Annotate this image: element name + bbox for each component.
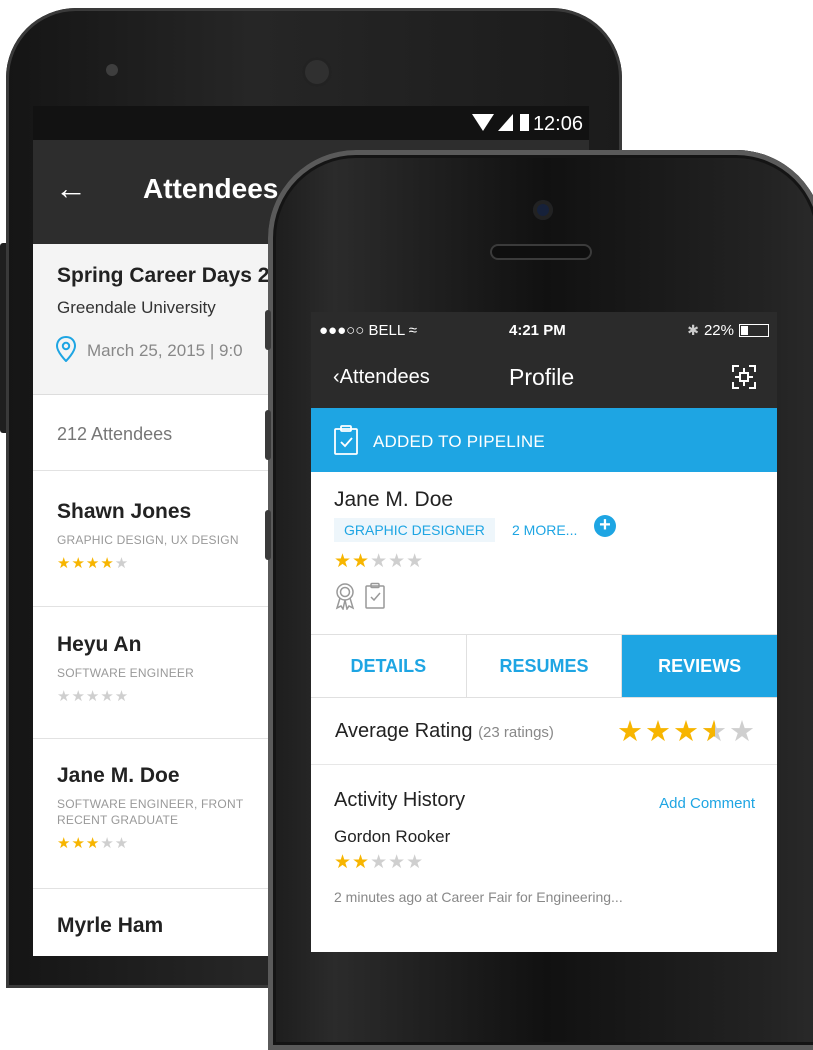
volume-button [265,310,271,350]
back-arrow-icon[interactable]: ← [55,172,87,204]
ios-nav-bar: ‹Attendees Profile [311,348,777,408]
reviewer-name: Gordon Rooker [334,827,451,846]
rating-stars: ★★★★★ [57,688,130,705]
rating-stars: ★★★★★ [57,835,130,852]
side-button [0,243,6,433]
attendee-name: Heyu An [57,633,142,656]
clipboard-check-icon [365,582,385,609]
tab-reviews[interactable]: REVIEWS [622,635,777,697]
page-title: Profile [509,364,575,390]
tab-details[interactable]: DETAILS [311,635,467,697]
wifi-icon: ≈ [408,322,418,339]
volume-button [265,510,271,560]
back-label: Attendees [339,366,430,388]
award-ribbon-icon [335,583,355,610]
page-title: Attendees [143,173,279,204]
profile-summary: Jane M. Doe GRAPHIC DESIGNER 2 MORE... +… [311,472,777,635]
ios-status-bar: ●●●○○ BELL ≈ 4:21 PM ✱ 22% [311,312,777,348]
volume-button [265,410,271,460]
back-button[interactable]: ‹Attendees [333,366,430,389]
battery-icon [520,114,529,131]
status-time: 4:21 PM [509,322,566,339]
bluetooth-icon: ✱ [687,322,699,338]
attendee-item[interactable]: Myrle Ham [57,914,163,938]
status-time: 12:06 [532,113,583,135]
android-status-bar: 12:06 [33,106,589,140]
add-comment-link[interactable]: Add Comment [659,795,755,812]
event-university: Greendale University [57,298,216,317]
attendee-item[interactable]: Jane M. Doe SOFTWARE ENGINEER, FRONT REC… [57,764,243,852]
profile-tabs: DETAILS RESUMES REVIEWS [311,635,777,698]
event-title: Spring Career Days 2 [57,264,270,287]
scan-icon[interactable] [731,364,757,390]
clipboard-check-icon [334,425,358,455]
attendee-role: SOFTWARE ENGINEER, FRONT [57,797,244,811]
iphone: ●●●○○ BELL ≈ 4:21 PM ✱ 22% ‹Attendees Pr… [265,150,813,1050]
sensor-dot [106,64,118,76]
event-date: March 25, 2015 | 9:0 [87,341,243,360]
add-tag-icon[interactable]: + [594,515,616,537]
banner-text: ADDED TO PIPELINE [373,432,545,451]
attendee-role: GRAPHIC DESIGN, UX DESIGN [57,533,239,547]
front-camera [533,200,553,220]
average-rating-stars: ★★★★ ★ [617,714,757,749]
front-camera [302,57,332,87]
attendee-count: 212 Attendees [57,424,173,444]
battery-icon [739,324,769,337]
battery-percent: 22% [703,322,734,339]
iphone-screen: ●●●○○ BELL ≈ 4:21 PM ✱ 22% ‹Attendees Pr… [311,312,777,952]
chevron-left-icon: ‹ [333,366,340,388]
attendee-role-secondary: RECENT GRADUATE [57,813,179,827]
more-tags-link[interactable]: 2 MORE... [512,522,577,538]
ratings-count: (23 ratings) [478,724,554,741]
role-tag: GRAPHIC DESIGNER [334,518,495,542]
earpiece [490,244,592,260]
activity-heading: Activity History [334,789,466,811]
rating-stars: ★★★★★ [57,555,130,572]
profile-rating-stars[interactable]: ★★★★★ [334,550,424,573]
carrier-label: ●●●○○ BELL ≈ [319,322,418,339]
attendee-role: SOFTWARE ENGINEER [57,666,194,680]
tab-resumes[interactable]: RESUMES [467,635,623,697]
wifi-icon [472,114,494,131]
attendee-item[interactable]: Shawn Jones GRAPHIC DESIGN, UX DESIGN ★★… [57,500,239,572]
pipeline-banner: ADDED TO PIPELINE [311,408,777,472]
attendee-name: Myrle Ham [57,914,164,937]
signal-icon [498,114,513,131]
attendee-name: Jane M. Doe [57,764,180,787]
average-rating-row: Average Rating (23 ratings) ★★★★ ★ [311,698,777,765]
review-meta: 2 minutes ago at Career Fair for Enginee… [334,889,623,905]
attendee-name: Shawn Jones [57,500,192,523]
activity-history: Activity History Add Comment Gordon Rook… [311,765,777,945]
average-rating-label: Average Rating [335,720,473,742]
location-pin-icon [55,336,77,362]
review-rating-stars: ★★★★★ [334,852,425,873]
attendee-item[interactable]: Heyu An SOFTWARE ENGINEER ★★★★★ [57,633,194,705]
profile-name: Jane M. Doe [334,488,454,511]
